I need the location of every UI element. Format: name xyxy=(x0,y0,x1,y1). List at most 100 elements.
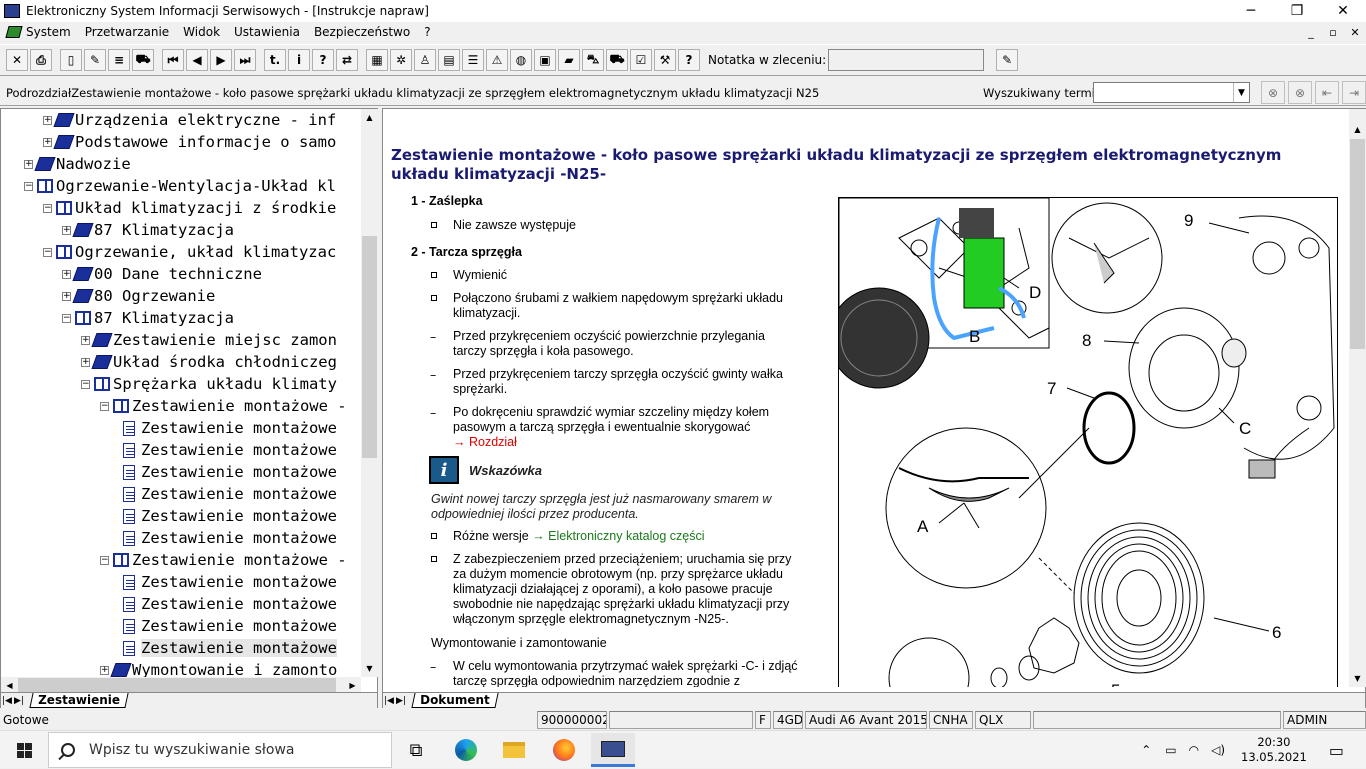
warning-button[interactable]: ⚠ xyxy=(486,49,508,71)
green-book-button[interactable]: ▰ xyxy=(558,49,580,71)
search-prev-button[interactable]: ⊗ xyxy=(1261,81,1285,104)
tree-item[interactable]: Zestawienie montażowe xyxy=(123,527,337,549)
tray-chevron-icon[interactable]: ⌃ xyxy=(1141,743,1151,757)
collapse-icon[interactable]: − xyxy=(43,247,52,257)
tree-item[interactable]: +00 Dane techniczne xyxy=(62,263,262,285)
restore-button[interactable]: ❐ xyxy=(1274,0,1320,22)
tree-item[interactable]: + Nadwozie xyxy=(24,153,131,175)
scroll-up-icon[interactable]: ▲ xyxy=(361,109,378,126)
expand-icon[interactable]: + xyxy=(81,357,90,367)
collapse-icon[interactable]: − xyxy=(24,181,33,191)
globe-button[interactable]: ◍ xyxy=(510,49,532,71)
expand-icon[interactable]: + xyxy=(62,291,71,301)
taskbar-search[interactable]: Wpisz tu wyszukiwanie słowa xyxy=(48,732,392,768)
clock[interactable]: 20:30 13.05.2021 xyxy=(1241,735,1307,765)
edge-button[interactable] xyxy=(444,733,488,767)
tab-first-icon[interactable]: |◀ xyxy=(1,696,13,706)
last-button[interactable]: ⏭ xyxy=(234,49,256,71)
tree-item[interactable]: + Zestawienie miejsc zamon xyxy=(81,329,337,351)
hscroll-thumb[interactable] xyxy=(18,678,336,693)
chevron-down-icon[interactable]: ▼ xyxy=(1233,83,1249,102)
question-doc-button[interactable]: ? xyxy=(678,49,700,71)
tree-item[interactable]: Zestawienie montażowe xyxy=(123,417,337,439)
truck-button[interactable]: ⛟ xyxy=(606,49,628,71)
expand-icon[interactable]: + xyxy=(43,137,52,147)
prev-button[interactable]: ◀ xyxy=(186,49,208,71)
close-button[interactable]: ✕ xyxy=(1320,0,1366,22)
tree-item[interactable]: − Zestawienie montażowe - xyxy=(100,549,347,571)
parts-catalog-link[interactable]: → Elektroniczny katalog części xyxy=(532,529,704,543)
notes-button[interactable]: ≡ xyxy=(108,49,130,71)
tree-item[interactable]: Zestawienie montażowe xyxy=(123,637,337,659)
expand-icon[interactable]: + xyxy=(24,159,33,169)
tab-first-icon[interactable]: |◀ xyxy=(383,696,395,706)
vehicle-button[interactable]: ⛍ xyxy=(582,49,604,71)
container-button[interactable]: ▣ xyxy=(534,49,556,71)
scroll-down-icon[interactable]: ▼ xyxy=(1349,670,1366,687)
tree-item[interactable]: − Ogrzewanie, układ klimatyzac xyxy=(43,241,336,263)
up-level-button[interactable]: t. xyxy=(264,49,286,71)
sync-right-button[interactable]: ⇥ xyxy=(1342,81,1366,104)
tree-item[interactable]: +87 Klimatyzacja xyxy=(62,219,234,241)
scroll-down-icon[interactable]: ▼ xyxy=(361,660,378,677)
car-button[interactable]: ⛟ xyxy=(132,49,154,71)
tree-item[interactable]: Zestawienie montażowe xyxy=(123,615,337,637)
collapse-icon[interactable]: − xyxy=(81,379,90,389)
collapse-icon[interactable]: − xyxy=(100,555,109,565)
exit-button[interactable]: ✕ xyxy=(6,49,28,71)
tree-item[interactable]: − Zestawienie montażowe - xyxy=(100,395,347,417)
sync-left-button[interactable]: ⇤ xyxy=(1315,81,1339,104)
mdi-close-button[interactable]: ✕ xyxy=(1344,22,1366,42)
menu-widok[interactable]: Widok xyxy=(176,25,227,39)
info-button[interactable]: i xyxy=(288,49,310,71)
edit-doc-button[interactable]: ✎ xyxy=(84,49,106,71)
battery-icon[interactable]: ▭ xyxy=(1165,743,1176,757)
tree-item[interactable]: + Podstawowe informacje o samo xyxy=(43,131,336,153)
task-view-button[interactable]: ⧉ xyxy=(394,733,438,767)
first-button[interactable]: ⏮ xyxy=(162,49,184,71)
scroll-up-icon[interactable]: ▲ xyxy=(1349,121,1366,138)
note-edit-button[interactable]: ✎ xyxy=(996,49,1019,71)
menu-ustawienia[interactable]: Ustawienia xyxy=(227,25,307,39)
tree-vertical-scrollbar[interactable]: ▲ ▼ xyxy=(361,109,378,677)
list-button[interactable]: ☰ xyxy=(462,49,484,71)
books-button[interactable]: ▤ xyxy=(438,49,460,71)
gears-button[interactable]: ✲ xyxy=(390,49,412,71)
notatka-field[interactable] xyxy=(828,49,985,71)
start-button[interactable] xyxy=(0,731,48,769)
document-vertical-scrollbar[interactable]: ▲ ▼ xyxy=(1349,109,1366,687)
tree-item[interactable]: − Sprężarka układu klimaty xyxy=(81,373,337,395)
tree-item[interactable]: Zestawienie montażowe xyxy=(123,593,337,615)
expand-icon[interactable]: + xyxy=(62,269,71,279)
tree-item[interactable]: Zestawienie montażowe xyxy=(123,439,337,461)
tree-item[interactable]: + Układ środka chłodniczeg xyxy=(81,351,337,373)
tree-item[interactable]: − 87 Klimatyzacja xyxy=(62,307,234,329)
new-doc-button[interactable]: ▯ xyxy=(60,49,82,71)
tab-zestawienie[interactable]: Zestawienie xyxy=(29,693,129,708)
expand-icon[interactable]: + xyxy=(43,115,52,125)
menu-system[interactable]: System xyxy=(0,25,78,39)
elsa-app-button[interactable] xyxy=(591,733,635,767)
print-button[interactable]: ⎙ xyxy=(30,49,52,71)
menu-przetwarzanie[interactable]: Przetwarzanie xyxy=(78,25,176,39)
collapse-icon[interactable]: − xyxy=(62,313,71,323)
collapse-icon[interactable]: − xyxy=(100,401,109,411)
tab-dokument[interactable]: Dokument xyxy=(411,693,499,708)
notifications-icon[interactable]: ▭ xyxy=(1329,741,1344,760)
expand-icon[interactable]: + xyxy=(62,225,71,235)
tree-item[interactable]: Zestawienie montażowe xyxy=(123,461,337,483)
volume-icon[interactable]: ◁) xyxy=(1211,743,1225,757)
tree-item[interactable]: + Urządzenia elektryczne - inf xyxy=(43,109,336,131)
tree-item[interactable]: + Wymontowanie i zamonto xyxy=(100,659,337,677)
tree-item[interactable]: − Ogrzewanie-Wentylacja-Układ kl xyxy=(24,175,336,197)
help-button[interactable]: ? xyxy=(312,49,334,71)
people-button[interactable]: ♙ xyxy=(414,49,436,71)
scroll-thumb[interactable] xyxy=(1350,139,1365,349)
tree-item[interactable]: Zestawienie montażowe xyxy=(123,483,337,505)
expand-icon[interactable]: + xyxy=(81,335,90,345)
tab-last-icon[interactable]: ▶| xyxy=(395,696,407,706)
rozdzial-link[interactable]: → Rozdział xyxy=(453,435,517,450)
mdi-minimize-button[interactable]: _ xyxy=(1300,22,1322,42)
grid-button[interactable]: ▦ xyxy=(366,49,388,71)
mdi-restore-button[interactable]: ▫ xyxy=(1322,22,1344,42)
